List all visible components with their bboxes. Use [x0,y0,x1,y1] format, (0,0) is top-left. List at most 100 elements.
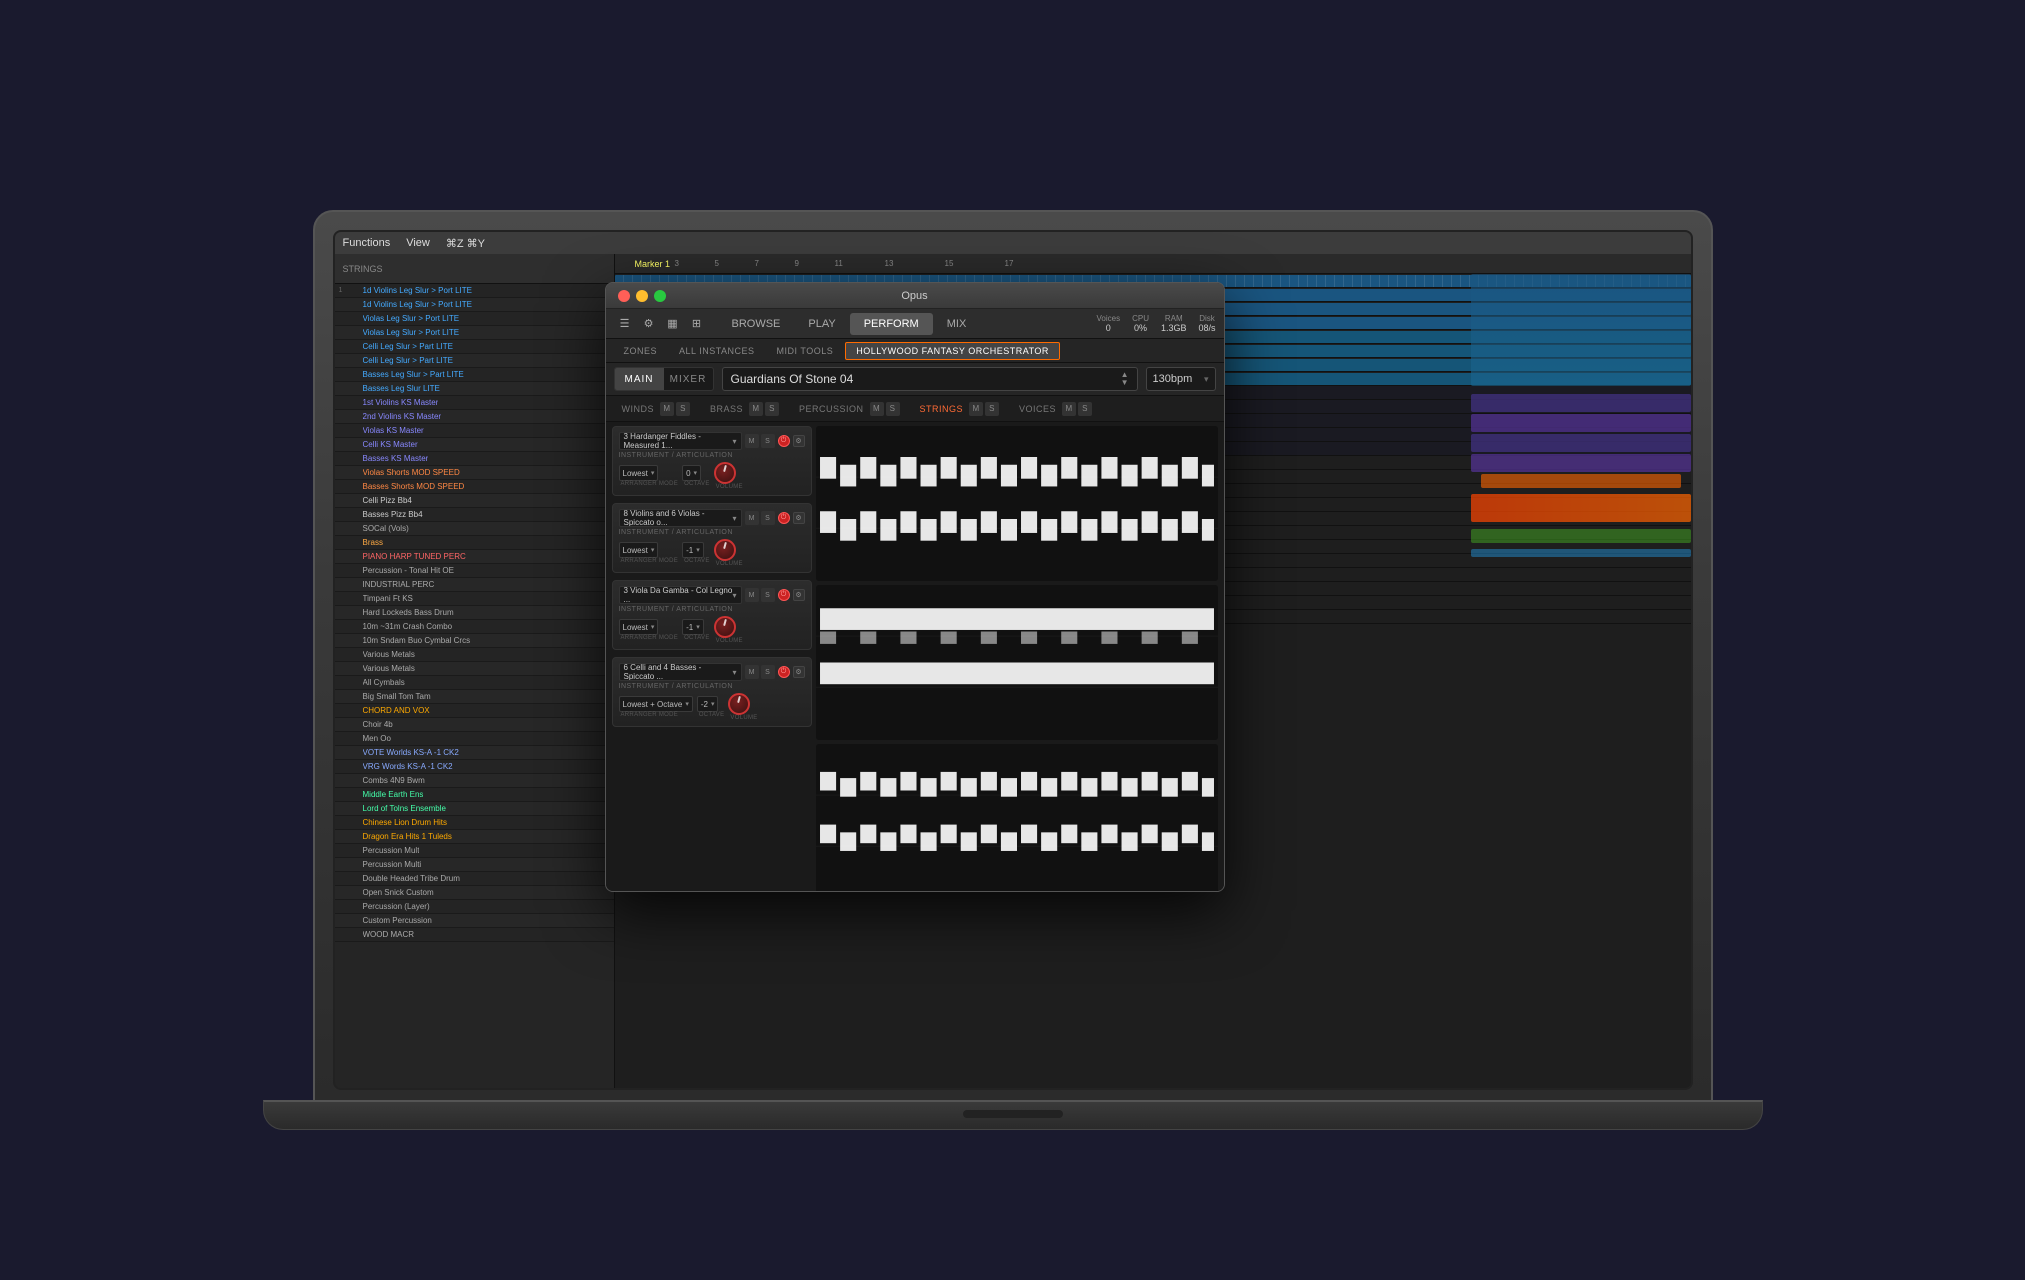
winds-btn-2[interactable]: S [676,402,690,416]
instr-4-volume-knob[interactable] [728,693,750,715]
instr-3-power[interactable]: ⏻ [778,589,790,601]
instr-2-name[interactable]: 8 Violins and 6 Violas - Spiccato o... ▾ [619,509,742,527]
instr-1-name[interactable]: 3 Hardanger Fiddles - Measured 1... ▾ [619,432,742,450]
section-voices[interactable]: VOICES M S [1009,399,1102,419]
subtab-midi-tools[interactable]: MIDI TOOLS [767,342,844,360]
brass-btns: M S [749,402,779,416]
ruler-mark-7: 7 [755,259,759,268]
instr-1-mode-select[interactable]: Lowest ▾ [619,465,659,481]
instr-1-power[interactable]: ⏻ [778,435,790,447]
instr-2-icon-m[interactable]: M [745,511,759,525]
mode-mixer[interactable]: MIXER [664,368,713,390]
strings-btn-2[interactable]: S [985,402,999,416]
minimize-button[interactable] [636,290,648,302]
tab-perform[interactable]: PERFORM [850,313,933,335]
instr-3-dropdown-arrow[interactable]: ▾ [732,591,736,600]
stat-cpu: CPU 0% [1132,314,1149,333]
winds-btn-1[interactable]: M [660,402,674,416]
menu-item-3[interactable]: ⌘Z ⌘Y [446,237,485,250]
voices-btn-2[interactable]: S [1078,402,1092,416]
voices-btn-1[interactable]: M [1062,402,1076,416]
instr-3-octave-select[interactable]: -1 ▾ [682,619,704,635]
bpm-arrow[interactable]: ▾ [1204,374,1209,385]
instr-4-volume-label: VOLUME [730,715,757,721]
bpm-display[interactable]: 130bpm ▾ [1146,367,1216,391]
right-clip-red-orange [1471,494,1691,522]
perc-btn-2[interactable]: S [886,402,900,416]
piano-rolls-area [816,426,1218,892]
instr-3-name[interactable]: 3 Viola Da Gamba - Col Legno ... ▾ [619,586,742,604]
brass-btn-2[interactable]: S [765,402,779,416]
daw-tracks-header: STRINGS [335,254,614,284]
instr-4-dropdown-arrow[interactable]: ▾ [732,668,736,677]
track-scroll-list[interactable]: 11d Violins Leg Slur > Port LITE 1d Viol… [335,284,614,1088]
instr-1-icon-s[interactable]: S [761,434,775,448]
track-row: INDUSTRIAL PERC [335,578,614,592]
mode-main[interactable]: MAIN [615,368,664,390]
instr-1-icon-m[interactable]: M [745,434,759,448]
subtab-hfo[interactable]: HOLLYWOOD FANTASY ORCHESTRATOR [845,342,1060,360]
instr-3-icon-m[interactable]: M [745,588,759,602]
instr-4-power[interactable]: ⏻ [778,666,790,678]
grid-icon[interactable]: ⊞ [686,313,708,335]
track-row: 10m Sndam Buo Cymbal Crcs [335,634,614,648]
tab-mix[interactable]: MIX [933,313,981,335]
instr-2-dropdown-arrow[interactable]: ▾ [732,514,736,523]
section-strings[interactable]: STRINGS M S [910,399,1010,419]
piano-roll-2 [816,585,1218,740]
instr-2-icon-s[interactable]: S [761,511,775,525]
instr-3-icon-s[interactable]: S [761,588,775,602]
instr-3-volume-knob[interactable] [714,616,736,638]
instr-2-settings[interactable]: ⚙ [793,512,805,524]
brass-btn-1[interactable]: M [749,402,763,416]
instr-2-octave-select[interactable]: -1 ▾ [682,542,704,558]
timeline-ruler: Marker 1 3 5 7 9 11 13 15 17 [615,254,1691,274]
track-row: 1st Violins KS Master [335,396,614,410]
tab-play[interactable]: PLAY [794,313,849,335]
strings-btn-1[interactable]: M [969,402,983,416]
instruments-list: 3 Hardanger Fiddles - Measured 1... ▾ M … [612,426,812,892]
instr-2-mode-label: ARRANGER MODE [621,558,679,564]
instr-3-octave-label: OCTAVE [684,635,710,641]
instr-2-mode-select[interactable]: Lowest ▾ [619,542,659,558]
instr-4-name[interactable]: 6 Celli and 4 Basses - Spiccato ... ▾ [619,663,742,681]
strings-label: STRINGS [343,264,383,274]
menu-icon[interactable]: ☰ [614,313,636,335]
perc-btn-1[interactable]: M [870,402,884,416]
settings-icon[interactable]: ⚙ [638,313,660,335]
instr-4-mode-select[interactable]: Lowest + Octave ▾ [619,696,693,712]
instr-1-octave-select[interactable]: 0 ▾ [682,465,701,481]
track-row: Percussion (Layer) [335,900,614,914]
instr-1-dropdown-arrow[interactable]: ▾ [732,437,736,446]
maximize-button[interactable] [654,290,666,302]
section-percussion[interactable]: PERCUSSION M S [789,399,910,419]
instr-1-settings[interactable]: ⚙ [793,435,805,447]
instr-2-power[interactable]: ⏻ [778,512,790,524]
mac-menubar: Functions View ⌘Z ⌘Y [335,232,1691,254]
track-row: Celli Pizz Bb4 [335,494,614,508]
menu-item-2[interactable]: View [406,237,430,249]
preset-display[interactable]: Guardians Of Stone 04 ▲ ▼ [722,367,1138,391]
tab-browse[interactable]: BROWSE [718,313,795,335]
instr-3-settings[interactable]: ⚙ [793,589,805,601]
instr-4-icon-m[interactable]: M [745,665,759,679]
track-row: Percussion Mult [335,844,614,858]
menu-item-1[interactable]: Functions [343,237,391,249]
layout-icon[interactable]: ▦ [662,313,684,335]
instr-3-artic-label: INSTRUMENT / ARTICULATION [619,606,805,613]
section-winds[interactable]: WINDS M S [612,399,701,419]
instr-4-icon-s[interactable]: S [761,665,775,679]
instr-1-volume-knob[interactable] [714,462,736,484]
instr-3-mode-select[interactable]: Lowest ▾ [619,619,659,635]
subtab-all-instances[interactable]: ALL INSTANCES [669,342,765,360]
instr-2-volume-knob[interactable] [714,539,736,561]
instr-4-settings[interactable]: ⚙ [793,666,805,678]
preset-arrow-down[interactable]: ▼ [1121,379,1129,387]
section-brass[interactable]: BRASS M S [700,399,789,419]
close-button[interactable] [618,290,630,302]
right-colored-clips [1471,274,1691,1088]
instr-4-octave-select[interactable]: -2 ▾ [697,696,719,712]
subtab-zones[interactable]: ZONES [614,342,668,360]
preset-arrows[interactable]: ▲ ▼ [1121,371,1129,387]
track-row: Celli Leg Slur > Part LITE [335,340,614,354]
